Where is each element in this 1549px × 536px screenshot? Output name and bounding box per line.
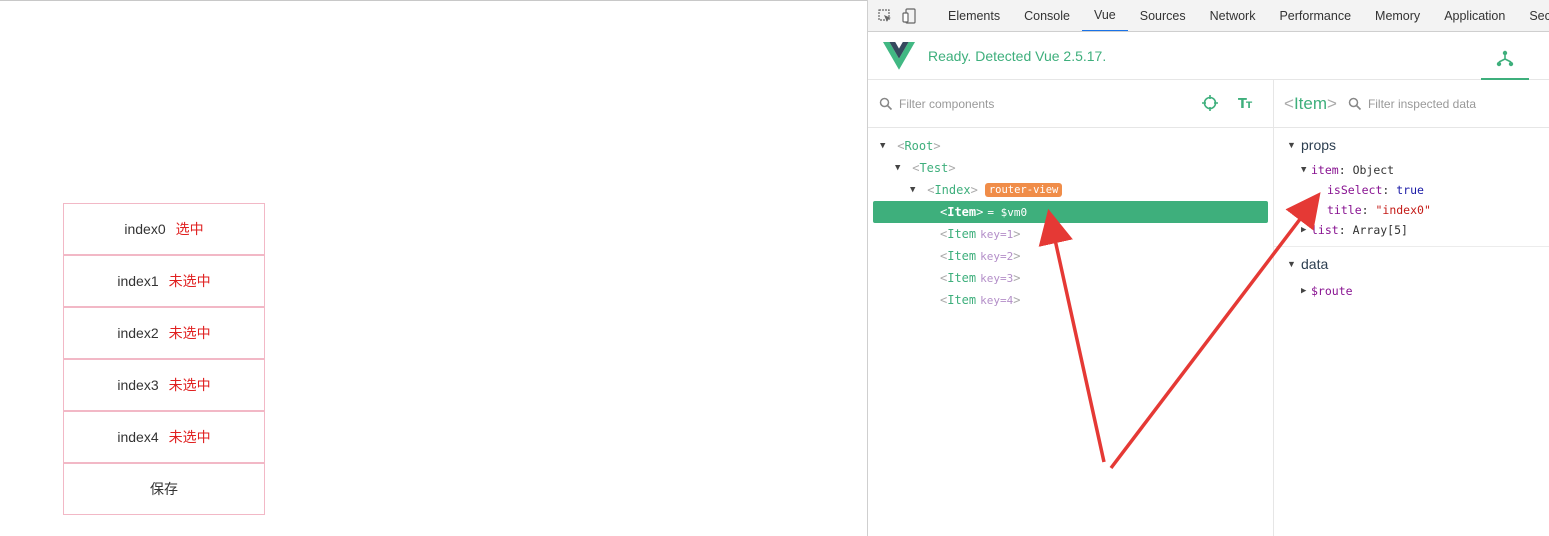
component-key: key=3 [980, 271, 1014, 285]
tab-memory[interactable]: Memory [1363, 0, 1432, 31]
component-key: key=4 [980, 293, 1014, 307]
item-status: 选中 [175, 221, 204, 237]
item-status: 未选中 [168, 273, 211, 289]
inspector-header: <Item> [1274, 80, 1549, 128]
tree-node-item[interactable]: < Item key=4 > [868, 289, 1273, 311]
devtools-panel: Elements Console Vue Sources Network Per… [867, 0, 1549, 536]
search-icon [1348, 97, 1362, 110]
item-label: index0 [124, 221, 166, 237]
component-name: Index [934, 183, 971, 197]
tab-performance[interactable]: Performance [1267, 0, 1363, 31]
filter-components-input[interactable] [899, 96, 1149, 111]
list-item[interactable]: index0 选中 [63, 203, 265, 255]
data-header[interactable]: ▼ data [1287, 255, 1549, 273]
component-name: Item [947, 227, 977, 241]
tree-toolbar: TT [1201, 94, 1255, 112]
item-status: 未选中 [168, 325, 211, 341]
component-key: key=1 [980, 227, 1014, 241]
item-status: 未选中 [168, 377, 211, 393]
component-name: Item [947, 205, 977, 219]
data-section: ▼ data ▶ $route [1274, 247, 1549, 307]
tree-node-test[interactable]: ▼ < Test > [868, 157, 1273, 179]
props-section: ▼ props ▼ item: Object isSelect: true ti… [1274, 128, 1549, 247]
format-names-icon[interactable]: TT [1237, 94, 1255, 112]
inspected-component-title: <Item> [1284, 93, 1337, 113]
tree-node-index[interactable]: ▼ < Index > router-view [868, 179, 1273, 201]
vm-reference: = $vm0 [987, 205, 1028, 219]
item-label: index4 [117, 429, 159, 445]
caret-down-icon[interactable]: ▼ [1287, 140, 1297, 150]
item-status: 未选中 [168, 429, 211, 445]
component-name: Test [919, 161, 949, 175]
vue-logo-icon [883, 41, 915, 70]
caret-right-icon[interactable]: ▶ [1301, 286, 1311, 296]
svg-text:T: T [1246, 101, 1253, 111]
list-item[interactable]: index2 未选中 [63, 307, 265, 359]
item-label: index2 [117, 325, 159, 341]
search-icon [879, 97, 893, 110]
prop-row-item[interactable]: ▼ item: Object [1287, 160, 1549, 180]
tab-security[interactable]: Security [1517, 0, 1549, 31]
component-name: Item [947, 249, 977, 263]
caret-down-icon[interactable]: ▼ [895, 163, 905, 173]
tab-sources[interactable]: Sources [1128, 0, 1198, 31]
caret-down-icon[interactable]: ▼ [1287, 259, 1297, 269]
component-name: Item [947, 293, 977, 307]
filter-inspected-input[interactable] [1367, 96, 1528, 111]
list-item[interactable]: index3 未选中 [63, 359, 265, 411]
caret-down-icon[interactable]: ▼ [1301, 165, 1311, 175]
save-button[interactable]: 保存 [63, 463, 265, 515]
vue-ready-status: Ready. Detected Vue 2.5.17. [928, 47, 1107, 64]
inspect-element-icon[interactable] [878, 8, 892, 24]
prop-row-title[interactable]: title: "index0" [1287, 200, 1549, 220]
tree-node-item[interactable]: < Item key=2 > [868, 245, 1273, 267]
section-title: data [1301, 256, 1329, 272]
tree-node-item[interactable]: < Item key=3 > [868, 267, 1273, 289]
data-row-route[interactable]: ▶ $route [1287, 281, 1549, 301]
item-label: index1 [117, 273, 159, 289]
list-item[interactable]: index1 未选中 [63, 255, 265, 307]
inspector-pane: <Item> ▼ props ▼ item: Object isSelect: … [1274, 80, 1549, 536]
router-view-badge: router-view [984, 183, 1063, 197]
save-label: 保存 [150, 481, 178, 497]
top-border [0, 0, 867, 3]
tab-vue[interactable]: Vue [1081, 0, 1128, 31]
caret-right-icon[interactable]: ▶ [1301, 225, 1311, 235]
device-toggle-icon[interactable] [902, 7, 916, 24]
tab-console[interactable]: Console [1012, 0, 1082, 31]
prop-row-list[interactable]: ▶ list: Array[5] [1287, 220, 1549, 240]
components-tab-button[interactable] [1481, 40, 1529, 80]
app-list: index0 选中 index1 未选中 index2 未选中 index3 未… [63, 203, 265, 515]
list-item[interactable]: index4 未选中 [63, 411, 265, 463]
tab-application[interactable]: Application [1432, 0, 1517, 31]
caret-down-icon[interactable]: ▼ [880, 141, 890, 151]
tree-node-item-selected[interactable]: < Item > = $vm0 [873, 201, 1268, 223]
section-title: props [1301, 137, 1337, 153]
component-tree-pane: TT ▼ <Root> ▼ <Test> ▼ <Index> router-vi… [868, 80, 1274, 536]
devtools-tabbar: Elements Console Vue Sources Network Per… [868, 0, 1549, 32]
props-header[interactable]: ▼ props [1287, 136, 1549, 154]
component-tree-icon [1496, 50, 1514, 67]
vue-panes: TT ▼ <Root> ▼ <Test> ▼ <Index> router-vi… [868, 80, 1549, 536]
select-component-target-icon[interactable] [1201, 94, 1219, 112]
prop-row-isselect[interactable]: isSelect: true [1287, 180, 1549, 200]
tree-node-root[interactable]: ▼ < Root > [868, 135, 1273, 157]
vue-header: Ready. Detected Vue 2.5.17. [868, 32, 1549, 80]
caret-down-icon[interactable]: ▼ [910, 185, 920, 195]
component-filter-bar: TT [868, 80, 1273, 128]
component-name: Root [904, 139, 934, 153]
component-name: Item [947, 271, 977, 285]
component-key: key=2 [980, 249, 1014, 263]
item-label: index3 [117, 377, 159, 393]
component-tree: ▼ < Root > ▼ < Test > ▼ < Index > router-view … [868, 128, 1273, 311]
tree-node-item[interactable]: < Item key=1 > [868, 223, 1273, 245]
tab-network[interactable]: Network [1198, 0, 1268, 31]
tab-elements[interactable]: Elements [936, 0, 1012, 31]
